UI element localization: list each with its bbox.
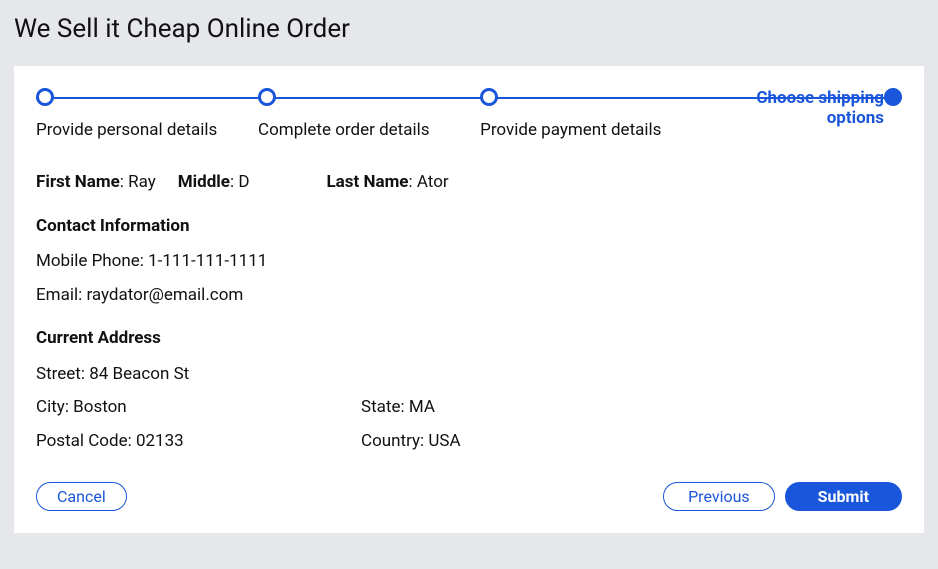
street-field: Street: 84 Beacon St <box>36 362 902 388</box>
postal-field: Postal Code: 02133 <box>36 429 361 455</box>
state-field: State: MA <box>361 395 686 421</box>
mobile-phone-field: Mobile Phone: 1-111-111-1111 <box>36 249 902 275</box>
state-value: MA <box>409 397 435 417</box>
email-field: Email: raydator@email.com <box>36 283 902 309</box>
last-name-value: Ator <box>417 172 449 192</box>
postal-country-row: Postal Code: 02133 Country: USA <box>36 429 902 455</box>
footer-right: Previous Submit <box>663 482 902 511</box>
step-circle-filled-icon <box>884 88 902 106</box>
middle-name-field: Middle: D <box>178 170 250 196</box>
page-title: We Sell it Cheap Online Order <box>14 14 924 44</box>
middle-name-label: Middle <box>178 172 230 192</box>
address-section-title: Current Address <box>36 326 902 352</box>
city-field: City: Boston <box>36 395 361 421</box>
last-name-label: Last Name <box>326 172 408 192</box>
mobile-phone-value: 1-111-111-1111 <box>148 251 267 271</box>
step-shipping[interactable]: Choose shipping options <box>702 88 902 128</box>
review-content: First Name: Ray Middle: D Last Name: Ato… <box>36 170 902 454</box>
previous-button[interactable]: Previous <box>663 482 775 511</box>
country-value: USA <box>428 431 460 451</box>
email-label: Email <box>36 285 78 305</box>
cancel-button[interactable]: Cancel <box>36 482 127 511</box>
email-value: raydator@email.com <box>86 285 243 305</box>
street-value: 84 Beacon St <box>89 364 189 384</box>
last-name-field: Last Name: Ator <box>326 170 448 196</box>
mobile-phone-label: Mobile Phone <box>36 251 140 271</box>
first-name-value: Ray <box>128 172 156 192</box>
postal-value: 02133 <box>136 431 184 451</box>
postal-label: Postal Code <box>36 431 128 451</box>
first-name-field: First Name: Ray <box>36 170 156 196</box>
submit-button[interactable]: Submit <box>785 482 902 511</box>
order-card: Provide personal details Complete order … <box>14 66 924 533</box>
city-state-row: City: Boston State: MA <box>36 395 902 421</box>
name-row: First Name: Ray Middle: D Last Name: Ato… <box>36 170 902 196</box>
step-label: Provide payment details <box>480 120 702 140</box>
footer: Cancel Previous Submit <box>36 482 902 511</box>
country-field: Country: USA <box>361 429 686 455</box>
step-label: Choose shipping options <box>702 88 902 128</box>
stepper: Provide personal details Complete order … <box>36 88 902 140</box>
contact-section-title: Contact Information <box>36 214 902 240</box>
step-payment[interactable]: Provide payment details <box>480 88 702 140</box>
country-label: Country <box>361 431 420 451</box>
state-label: State <box>361 397 400 417</box>
first-name-label: First Name <box>36 172 120 192</box>
street-label: Street <box>36 364 81 384</box>
step-circle-icon <box>258 88 276 106</box>
city-label: City <box>36 397 65 417</box>
step-circle-icon <box>36 88 54 106</box>
city-value: Boston <box>73 397 127 417</box>
step-order[interactable]: Complete order details <box>258 88 480 140</box>
step-circle-icon <box>480 88 498 106</box>
step-label: Provide personal details <box>36 120 258 140</box>
step-personal[interactable]: Provide personal details <box>36 88 258 140</box>
middle-name-value: D <box>238 172 249 192</box>
step-label: Complete order details <box>258 120 480 140</box>
